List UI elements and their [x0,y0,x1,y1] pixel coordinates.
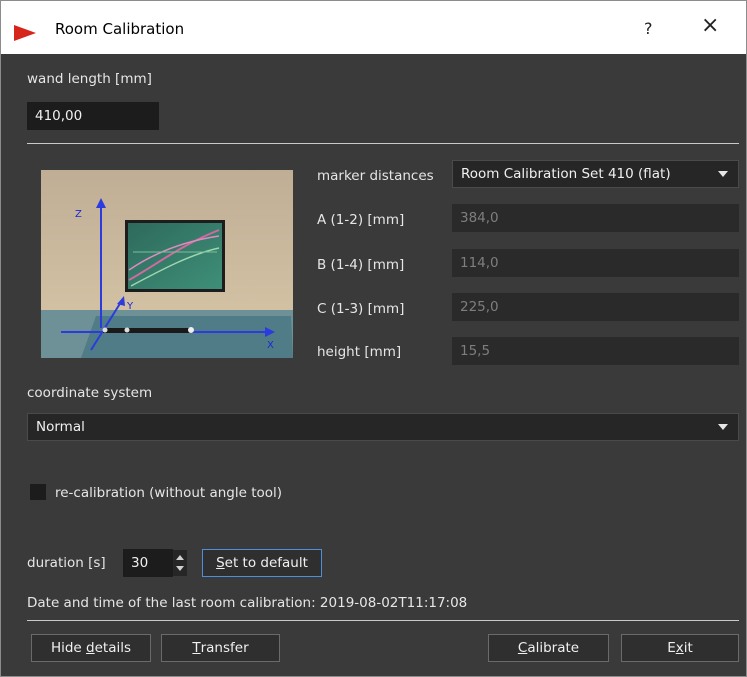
close-button[interactable]: × [701,15,719,37]
set-to-default-button[interactable]: Set to default [202,549,322,577]
window-title: Room Calibration [55,20,185,38]
duration-label: duration [s] [27,555,106,571]
distance-b-input[interactable]: 114,0 [452,249,739,277]
marker-distances-select[interactable]: Room Calibration Set 410 (flat) [452,160,739,188]
height-label: height [mm] [317,344,402,360]
recalibration-label: re-calibration (without angle tool) [55,485,283,501]
dialog-body: wand length [mm] 410,00 Z Y X marker dis… [1,54,746,676]
exit-label: it [683,640,693,656]
chevron-down-icon[interactable] [718,424,728,430]
transfer-mnemonic: T [192,640,201,656]
room-calibration-dialog: Room Calibration ? × wand length [mm] 41… [0,0,747,677]
transfer-label: ransfer [200,640,249,656]
exit-mnemonic: x [675,640,684,656]
hide-details-prefix: Hide [50,640,87,656]
coordinate-system-value: Normal [36,419,85,435]
calibrate-label: alibrate [527,640,580,656]
set-default-label: et to default [224,555,308,571]
wand-length-input[interactable]: 410,00 [27,102,159,130]
distance-c-input[interactable]: 225,0 [452,293,739,321]
height-input[interactable]: 15,5 [452,337,739,365]
calibrate-mnemonic: C [517,640,528,656]
x-axis-label: X [267,340,274,351]
title-bar: Room Calibration ? × [1,1,746,54]
app-logo-icon [14,25,36,41]
recalibration-checkbox[interactable] [30,484,46,500]
duration-stepper[interactable] [173,550,187,576]
coordinate-system-label: coordinate system [27,385,153,401]
divider-bottom [27,620,739,621]
chevron-down-icon[interactable] [718,171,728,177]
y-axis-label: Y [126,301,134,312]
stepper-down-icon[interactable] [176,566,184,571]
last-calibration-info: Date and time of the last room calibrati… [27,595,468,611]
transfer-button[interactable]: Transfer [161,634,280,662]
help-button[interactable]: ? [644,19,653,38]
distance-c-label: C (1-3) [mm] [317,301,405,317]
calibrate-button[interactable]: Calibrate [488,634,609,662]
hide-details-mnemonic: d [86,640,95,656]
hide-details-button[interactable]: Hide d etails [31,634,151,662]
calibration-setup-image: Z Y X [41,170,293,358]
duration-input[interactable]: 30 [123,549,173,577]
marker-distances-value: Room Calibration Set 410 (flat) [461,166,671,182]
distance-b-label: B (1-4) [mm] [317,257,405,273]
divider-top [27,143,739,144]
exit-prefix: E [667,640,676,656]
distance-a-input[interactable]: 384,0 [452,204,739,232]
stepper-up-icon[interactable] [176,555,184,560]
marker-distances-label: marker distances [317,168,434,184]
distance-a-label: A (1-2) [mm] [317,212,405,228]
exit-button[interactable]: Ex it [621,634,739,662]
set-default-mnemonic: S [216,555,225,571]
coordinate-system-select[interactable]: Normal [27,413,739,441]
hide-details-label: etails [94,640,132,656]
z-axis-label: Z [75,209,82,220]
wand-length-label: wand length [mm] [27,71,152,87]
